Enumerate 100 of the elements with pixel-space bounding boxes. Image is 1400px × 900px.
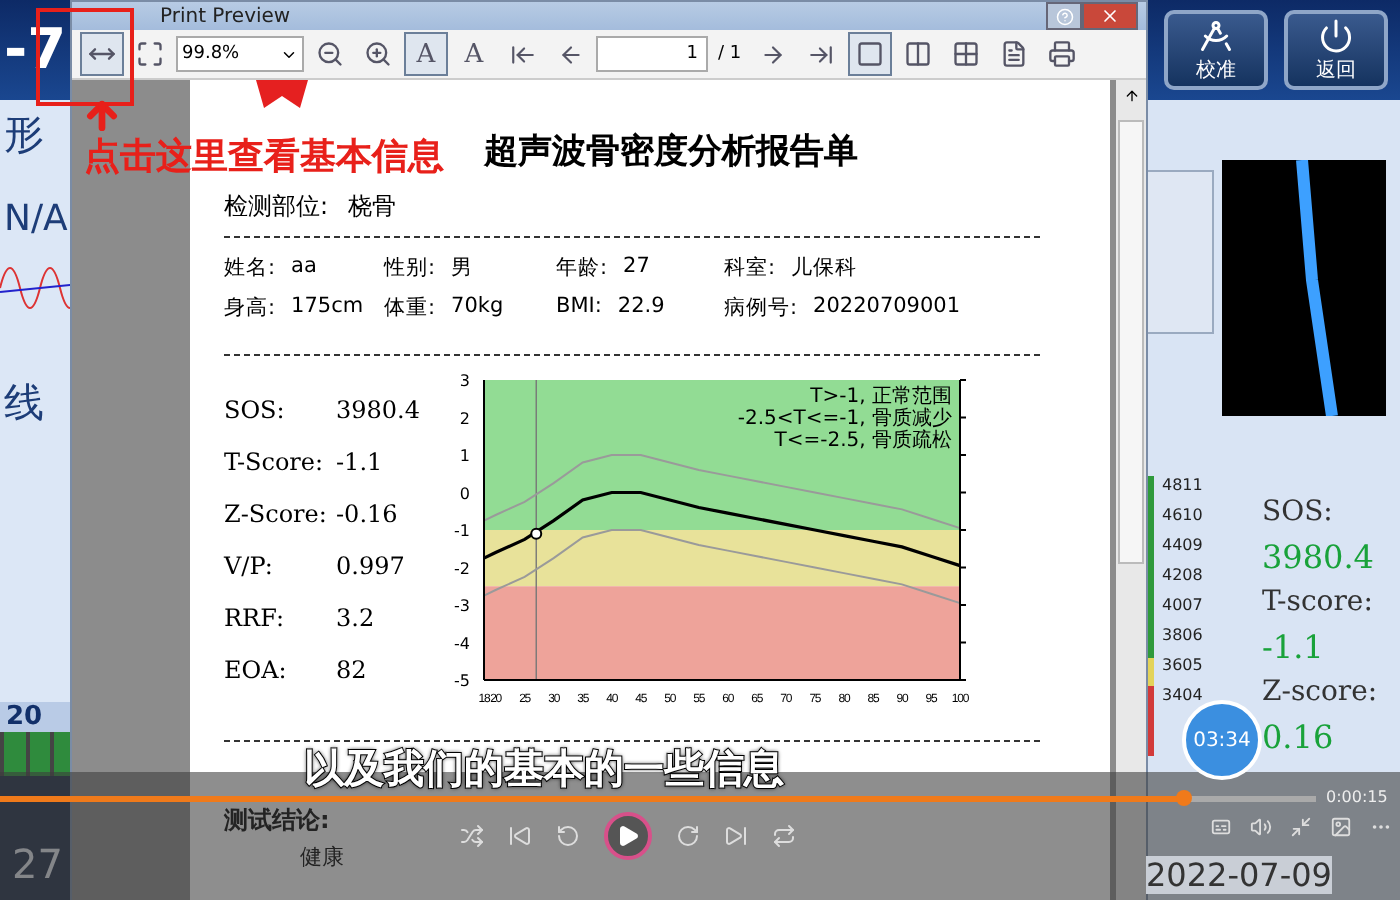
date-text: 2022-07-09: [1146, 856, 1332, 894]
close-button[interactable]: [1082, 2, 1138, 30]
conclusion-label: 测试结论:: [224, 804, 330, 838]
time-text: 0:00:15: [1326, 788, 1388, 806]
reading-label: Z-score:: [1262, 676, 1378, 708]
reading-label: T-score:: [1262, 586, 1375, 618]
patient-point: [530, 527, 543, 540]
field-value: 27: [623, 254, 650, 282]
help-icon: [1055, 7, 1073, 25]
axis-label: 3: [459, 372, 470, 390]
field-value: 20220709001: [813, 294, 961, 322]
field-label: 姓名:: [224, 254, 276, 282]
axis-label: -5: [454, 672, 470, 690]
fit-width-button[interactable]: [80, 32, 124, 76]
field-label: 体重:: [384, 294, 436, 322]
progress-handle[interactable]: [1176, 790, 1193, 806]
reading-value: 3980.4: [1262, 538, 1376, 576]
page-total: / 1: [716, 44, 744, 64]
scroll-thumb[interactable]: [1118, 120, 1144, 564]
legend-text: -2.5<T<=-1, 骨质减少: [737, 408, 952, 430]
expand-icon: [136, 40, 164, 68]
reading-label: SOS:: [1262, 496, 1335, 528]
field-label: 身高:: [224, 294, 276, 322]
zoom-in-icon: [364, 40, 392, 68]
side-label: 27: [12, 840, 63, 888]
page-layout-button[interactable]: [847, 32, 892, 76]
resize-icon: [1290, 816, 1312, 838]
legend-text: T<=-2.5, 骨质疏松: [774, 430, 952, 452]
zoom-select[interactable]: 99.8%: [176, 36, 304, 72]
arrow-right-icon: [760, 41, 787, 67]
side-label: 形: [2, 108, 46, 162]
captions-button[interactable]: [1210, 816, 1232, 838]
volume-button[interactable]: [1250, 816, 1272, 838]
side-label: 线: [2, 376, 46, 430]
page-input[interactable]: 1: [596, 36, 708, 72]
layout-icon: [951, 40, 980, 68]
play-icon: [616, 824, 640, 848]
conclusion-text: 健康: [300, 842, 344, 872]
repeat-icon: [772, 824, 796, 848]
field-label: 检测部位:: [224, 190, 329, 224]
axis-label: -2: [454, 559, 470, 578]
field-value: 儿保科: [791, 254, 858, 282]
image-icon: [1330, 816, 1352, 838]
forward-icon: [676, 824, 700, 848]
metric-label: V/P:: [224, 552, 275, 580]
axis-label: -4: [454, 634, 470, 653]
text-button[interactable]: A: [452, 32, 496, 76]
text-button[interactable]: A: [404, 32, 448, 76]
arrow-left-icon: [509, 41, 535, 67]
document-icon: [999, 40, 1028, 68]
metric-value: 3.2: [336, 604, 377, 632]
gauge-tick: 4409: [1162, 536, 1203, 554]
axis-label: 1: [459, 447, 470, 465]
subtitle-text: 以及我们的基本的一些信息: [304, 742, 784, 796]
metric-value: 0.997: [336, 552, 407, 580]
field-label: 年龄:: [556, 254, 608, 282]
field-label: 科室:: [724, 254, 776, 282]
reading-value: -1.1: [1262, 628, 1326, 666]
close-icon: [1100, 6, 1120, 26]
captions-icon: [1210, 816, 1232, 838]
arrow-left-icon: [557, 41, 583, 67]
metric-label: SOS:: [224, 396, 287, 424]
gauge-tick: 4007: [1162, 596, 1203, 614]
gauge-tick: 3806: [1162, 626, 1203, 644]
gauge-tick: 3605: [1162, 656, 1203, 674]
metric-value: 3980.4: [336, 396, 422, 424]
field-label: 性别:: [384, 254, 436, 282]
field-value: aa: [291, 254, 317, 282]
field-value: 桡骨: [348, 190, 397, 224]
speaker-icon: [1250, 816, 1272, 838]
gauge-tick: 4208: [1162, 566, 1203, 584]
field-label: 病例号:: [724, 294, 798, 322]
metric-value: 82: [336, 656, 369, 684]
side-label: N/A: [2, 196, 70, 244]
gauge-tick: 4811: [1162, 476, 1203, 494]
metric-label: RRF:: [224, 604, 287, 632]
field-label: BMI:: [556, 294, 602, 322]
field-value: 男: [451, 254, 474, 282]
time-bubble: 03:34: [1182, 700, 1262, 780]
shuffle-icon: [460, 824, 484, 848]
window-title: Print Preview: [160, 5, 291, 27]
axis-label: 2: [459, 409, 470, 428]
metric-value: -1.1: [336, 448, 385, 476]
metric-label: Z-Score:: [224, 500, 329, 528]
layout-icon: [903, 40, 932, 68]
legend-text: T>-1, 正常范围: [810, 386, 952, 408]
app-button[interactable]: 校准: [1164, 10, 1268, 90]
metric-label: T-Score:: [224, 448, 326, 476]
image-button[interactable]: [1330, 816, 1352, 838]
arrow-right-icon: [808, 41, 835, 67]
help-button[interactable]: [1046, 2, 1082, 30]
layout-icon: [855, 40, 884, 68]
rewind-icon: [556, 824, 580, 848]
resize-button[interactable]: [1290, 816, 1312, 838]
metric-value: -0.16: [336, 500, 400, 528]
app-button[interactable]: 返回: [1284, 10, 1388, 90]
field-value: 22.9: [617, 294, 665, 322]
field-value: 175cm: [291, 294, 364, 322]
axis-label: -1: [454, 522, 470, 540]
power-icon: [1318, 17, 1354, 53]
